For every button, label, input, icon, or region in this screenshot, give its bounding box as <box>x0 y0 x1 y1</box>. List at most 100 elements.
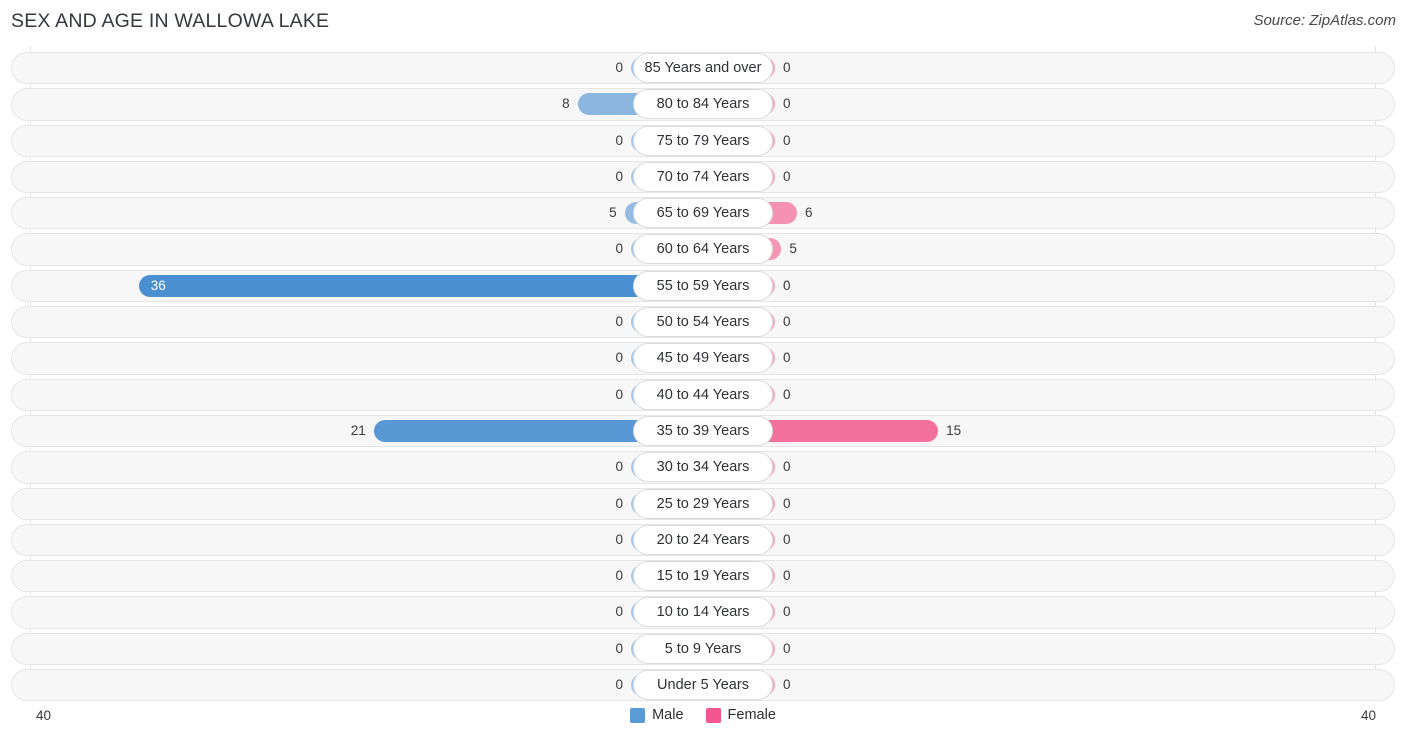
chart-row: 36 0 55 to 59 Years <box>0 268 1406 304</box>
age-group-label: 5 to 9 Years <box>633 633 773 664</box>
legend-label-male: Male <box>652 707 684 723</box>
row-bars: 36 0 55 to 59 Years <box>0 268 1406 304</box>
row-bars: 21 15 35 to 39 Years <box>0 413 1406 449</box>
age-group-label: 20 to 24 Years <box>633 524 773 555</box>
value-label-female: 0 <box>783 459 791 475</box>
value-label-female: 0 <box>783 640 791 656</box>
age-group-label: 75 to 79 Years <box>633 125 773 156</box>
chart-row: 5 6 65 to 69 Years <box>0 195 1406 231</box>
legend-swatch-female-icon <box>705 707 721 723</box>
value-label-male: 0 <box>615 677 623 693</box>
age-group-label: 60 to 64 Years <box>633 234 773 265</box>
age-group-label: 70 to 74 Years <box>633 161 773 192</box>
row-bars: 0 0 75 to 79 Years <box>0 123 1406 159</box>
value-label-female: 0 <box>783 314 791 330</box>
chart-row: 0 0 15 to 19 Years <box>0 558 1406 594</box>
row-bars: 0 0 20 to 24 Years <box>0 522 1406 558</box>
legend-label-female: Female <box>727 707 776 723</box>
chart-footer: 40 40 Male Female <box>0 701 1406 740</box>
value-label-male: 36 <box>150 277 166 293</box>
value-label-male: 0 <box>615 168 623 184</box>
value-label-male: 0 <box>615 132 623 148</box>
row-bars: 0 0 70 to 74 Years <box>0 159 1406 195</box>
value-label-male: 0 <box>615 386 623 402</box>
age-group-label: 30 to 34 Years <box>633 452 773 483</box>
value-label-male: 0 <box>615 640 623 656</box>
row-bars: 0 0 5 to 9 Years <box>0 631 1406 667</box>
row-bars: 0 0 85 Years and over <box>0 50 1406 86</box>
age-group-label: 15 to 19 Years <box>633 561 773 592</box>
value-label-male: 0 <box>615 350 623 366</box>
value-label-male: 0 <box>615 60 623 75</box>
age-group-label: 25 to 29 Years <box>633 488 773 519</box>
source-label: Source: ZipAtlas.com <box>1253 12 1396 29</box>
age-group-label: 45 to 49 Years <box>633 343 773 374</box>
value-label-female: 0 <box>783 531 791 547</box>
age-group-label: 65 to 69 Years <box>633 198 773 229</box>
value-label-female: 0 <box>783 168 791 184</box>
value-label-female: 0 <box>783 568 791 584</box>
chart-row: 0 0 40 to 44 Years <box>0 377 1406 413</box>
page-title: SEX AND AGE IN WALLOWA LAKE <box>11 10 330 32</box>
chart-row: 8 0 80 to 84 Years <box>0 86 1406 122</box>
value-label-male: 0 <box>615 568 623 584</box>
value-label-male: 0 <box>615 314 623 330</box>
chart-row: 0 0 75 to 79 Years <box>0 123 1406 159</box>
chart-row: 0 0 70 to 74 Years <box>0 159 1406 195</box>
row-bars: 0 0 25 to 29 Years <box>0 486 1406 522</box>
value-label-female: 0 <box>783 277 791 293</box>
age-group-label: 80 to 84 Years <box>633 89 773 120</box>
chart-rows: 0 0 85 Years and over 8 0 80 to 84 Years 0 0 75 … <box>0 50 1406 703</box>
value-label-male: 0 <box>615 495 623 511</box>
bar-male[interactable] <box>138 274 703 297</box>
value-label-female: 0 <box>783 495 791 511</box>
legend-item-male[interactable]: Male <box>630 707 684 723</box>
age-group-label: 35 to 39 Years <box>633 415 773 446</box>
row-bars: 0 0 50 to 54 Years <box>0 304 1406 340</box>
value-label-female: 0 <box>783 350 791 366</box>
value-label-male: 0 <box>615 604 623 620</box>
row-bars: 0 0 10 to 14 Years <box>0 594 1406 630</box>
age-group-label: 85 Years and over <box>633 53 773 83</box>
age-group-label: Under 5 Years <box>633 670 773 701</box>
age-group-label: 55 to 59 Years <box>633 270 773 301</box>
value-label-female: 5 <box>789 241 797 257</box>
age-group-label: 10 to 14 Years <box>633 597 773 628</box>
age-group-label: 50 to 54 Years <box>633 307 773 338</box>
value-label-female: 0 <box>783 132 791 148</box>
chart-row: 0 0 85 Years and over <box>0 50 1406 86</box>
value-label-female: 15 <box>946 422 962 438</box>
legend-swatch-male-icon <box>630 707 646 723</box>
chart-row: 0 0 Under 5 Years <box>0 667 1406 703</box>
chart-row: 0 0 45 to 49 Years <box>0 340 1406 376</box>
value-label-female: 0 <box>783 60 791 75</box>
chart-row: 0 0 20 to 24 Years <box>0 522 1406 558</box>
legend-item-female[interactable]: Female <box>705 707 776 723</box>
row-bars: 0 0 40 to 44 Years <box>0 377 1406 413</box>
row-bars: 0 0 30 to 34 Years <box>0 449 1406 485</box>
value-label-male: 0 <box>615 459 623 475</box>
value-label-female: 6 <box>805 205 813 221</box>
legend: Male Female <box>0 707 1406 723</box>
row-bars: 8 0 80 to 84 Years <box>0 86 1406 122</box>
chart-row: 0 0 50 to 54 Years <box>0 304 1406 340</box>
population-pyramid-chart: SEX AND AGE IN WALLOWA LAKE Source: ZipA… <box>0 0 1406 740</box>
value-label-female: 0 <box>783 96 791 112</box>
row-bars: 0 0 Under 5 Years <box>0 667 1406 703</box>
value-label-female: 0 <box>783 604 791 620</box>
chart-header: SEX AND AGE IN WALLOWA LAKE Source: ZipA… <box>0 0 1406 46</box>
value-label-female: 0 <box>783 677 791 693</box>
value-label-male: 0 <box>615 531 623 547</box>
value-label-male: 8 <box>562 96 570 112</box>
chart-row: 0 0 10 to 14 Years <box>0 594 1406 630</box>
value-label-male: 21 <box>350 422 366 438</box>
plot-area: 0 0 85 Years and over 8 0 80 to 84 Years 0 0 75 … <box>0 46 1406 703</box>
value-label-female: 0 <box>783 386 791 402</box>
row-bars: 0 0 45 to 49 Years <box>0 340 1406 376</box>
value-label-male: 0 <box>615 241 623 257</box>
age-group-label: 40 to 44 Years <box>633 379 773 410</box>
chart-row: 0 0 5 to 9 Years <box>0 631 1406 667</box>
chart-row: 0 0 30 to 34 Years <box>0 449 1406 485</box>
row-bars: 0 0 15 to 19 Years <box>0 558 1406 594</box>
value-label-male: 5 <box>609 205 617 221</box>
